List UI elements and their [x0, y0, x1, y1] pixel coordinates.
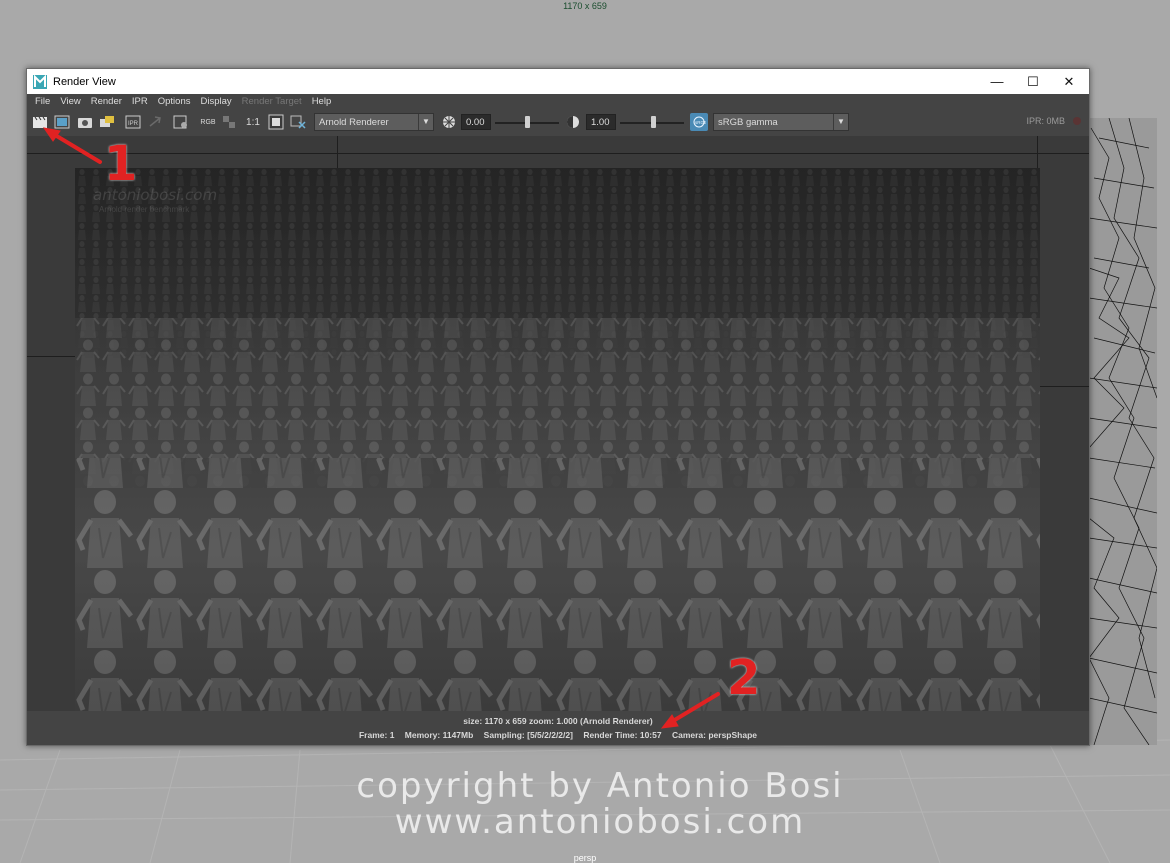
annotation-number-1: 1 — [104, 136, 138, 192]
annotation-number-2: 2 — [727, 650, 761, 706]
annotation-arrows — [42, 127, 720, 729]
